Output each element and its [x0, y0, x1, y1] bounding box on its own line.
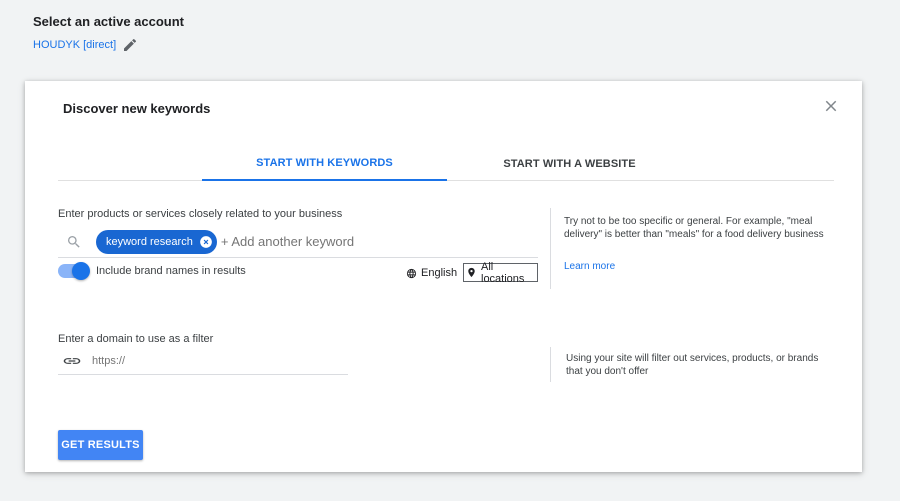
pencil-icon[interactable]: [122, 37, 138, 53]
account-name-link[interactable]: HOUDYK [direct]: [33, 39, 116, 51]
link-icon: [62, 354, 82, 368]
location-pin-icon: [466, 267, 477, 278]
add-keyword-input[interactable]: [220, 234, 421, 249]
tab-start-with-website[interactable]: START WITH A WEBSITE: [447, 147, 692, 181]
account-row: HOUDYK [direct]: [33, 37, 138, 53]
get-results-button[interactable]: GET RESULTS: [58, 430, 143, 460]
location-selector[interactable]: All locations: [463, 260, 538, 285]
discover-keywords-dialog: Discover new keywords START WITH KEYWORD…: [25, 81, 862, 472]
domain-tip: Using your site will filter out services…: [566, 353, 819, 377]
keyword-chip-label: keyword research: [106, 235, 193, 248]
close-icon[interactable]: [822, 97, 840, 115]
brand-names-toggle[interactable]: [58, 262, 90, 280]
tab-start-with-keywords[interactable]: START WITH KEYWORDS: [202, 147, 447, 181]
domain-field-label: Enter a domain to use as a filter: [58, 333, 214, 345]
tab-bar: START WITH KEYWORDS START WITH A WEBSITE: [58, 147, 834, 181]
keywords-field-label: Enter products or services closely relat…: [58, 208, 343, 220]
dialog-title: Discover new keywords: [63, 101, 211, 116]
search-icon: [66, 234, 82, 250]
domain-input-box[interactable]: [58, 347, 348, 375]
brand-toggle-row: Include brand names in results: [58, 262, 246, 280]
language-label: English: [421, 267, 458, 279]
chip-remove-icon[interactable]: [199, 235, 213, 249]
account-section-title: Select an active account: [33, 14, 185, 29]
tip-divider: [550, 208, 551, 289]
domain-input[interactable]: [92, 354, 332, 367]
brand-toggle-label: Include brand names in results: [96, 265, 246, 277]
location-label: All locations: [481, 260, 525, 285]
globe-icon: [406, 268, 417, 279]
language-selector[interactable]: English: [406, 264, 457, 282]
keyword-chip[interactable]: keyword research: [96, 229, 217, 254]
toggle-knob: [72, 262, 90, 280]
learn-more-link[interactable]: Learn more: [564, 261, 615, 272]
keywords-tip: Try not to be too specific or general. F…: [564, 216, 824, 240]
domain-tip-divider: [550, 347, 551, 382]
keyword-input-box[interactable]: keyword research: [58, 226, 538, 258]
